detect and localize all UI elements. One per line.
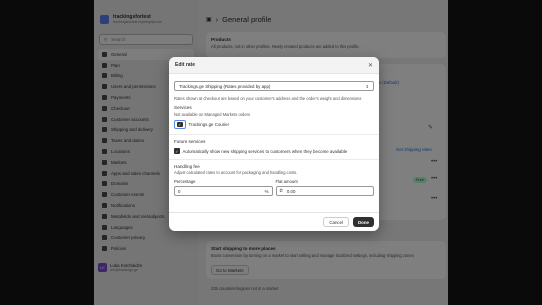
done-button[interactable]: Done (353, 217, 374, 227)
future-services-label: Automatically show new shipping services… (182, 148, 348, 154)
currency-prefix: ₾ (279, 188, 283, 194)
courier-checkbox-focus: ✓ (174, 119, 186, 130)
handling-fee-title: Handling fee (174, 163, 200, 169)
select-chevron-icon: ⇕ (365, 83, 369, 89)
flat-amount-value: 0.00 (286, 188, 296, 194)
close-icon[interactable]: ✕ (368, 62, 373, 69)
modal-footer: Cancel Done (169, 212, 379, 231)
modal-body: Trackings.ge Shipping (Rates provided by… (169, 74, 379, 197)
divider (169, 158, 379, 160)
modal-header: Edit rate ✕ (169, 57, 379, 74)
percentage-value: 0 (178, 188, 181, 194)
rate-service-value: Trackings.ge Shipping (Rates provided by… (179, 83, 271, 89)
handling-fee-inputs: Percentage 0 % Flat amount ₾ 0.00 (174, 179, 374, 197)
percentage-field: Percentage 0 % (174, 179, 273, 197)
percentage-input[interactable]: 0 % (174, 186, 273, 197)
edit-rate-modal: Edit rate ✕ Trackings.ge Shipping (Rates… (169, 57, 379, 231)
courier-checkbox-row[interactable]: ✓ Trackings.ge Courier (174, 119, 374, 130)
cancel-button[interactable]: Cancel (323, 217, 350, 227)
check-icon[interactable]: ✓ (174, 148, 180, 154)
handling-fee-subtitle: Adjust calculated rates to account for p… (174, 170, 298, 176)
services-subtitle: Not available on Managed Markets orders (174, 111, 251, 117)
percentage-suffix: % (264, 188, 269, 194)
flat-amount-field: Flat amount ₾ 0.00 (275, 179, 374, 197)
divider (169, 134, 379, 136)
future-services-title: Future services (174, 139, 206, 145)
flat-amount-input[interactable]: ₾ 0.00 (275, 186, 374, 197)
services-title: Services (174, 105, 192, 111)
percentage-label: Percentage (174, 179, 196, 185)
courier-label: Trackings.ge Courier (188, 122, 230, 128)
rate-service-select[interactable]: Trackings.ge Shipping (Rates provided by… (174, 81, 374, 91)
check-icon[interactable]: ✓ (177, 121, 183, 128)
rates-helper-text: Rates shown at checkout are based on you… (174, 96, 362, 101)
future-services-checkbox-row[interactable]: ✓ Automatically show new shipping servic… (174, 148, 374, 154)
flat-amount-label: Flat amount (275, 179, 298, 185)
modal-title: Edit rate (175, 62, 196, 68)
